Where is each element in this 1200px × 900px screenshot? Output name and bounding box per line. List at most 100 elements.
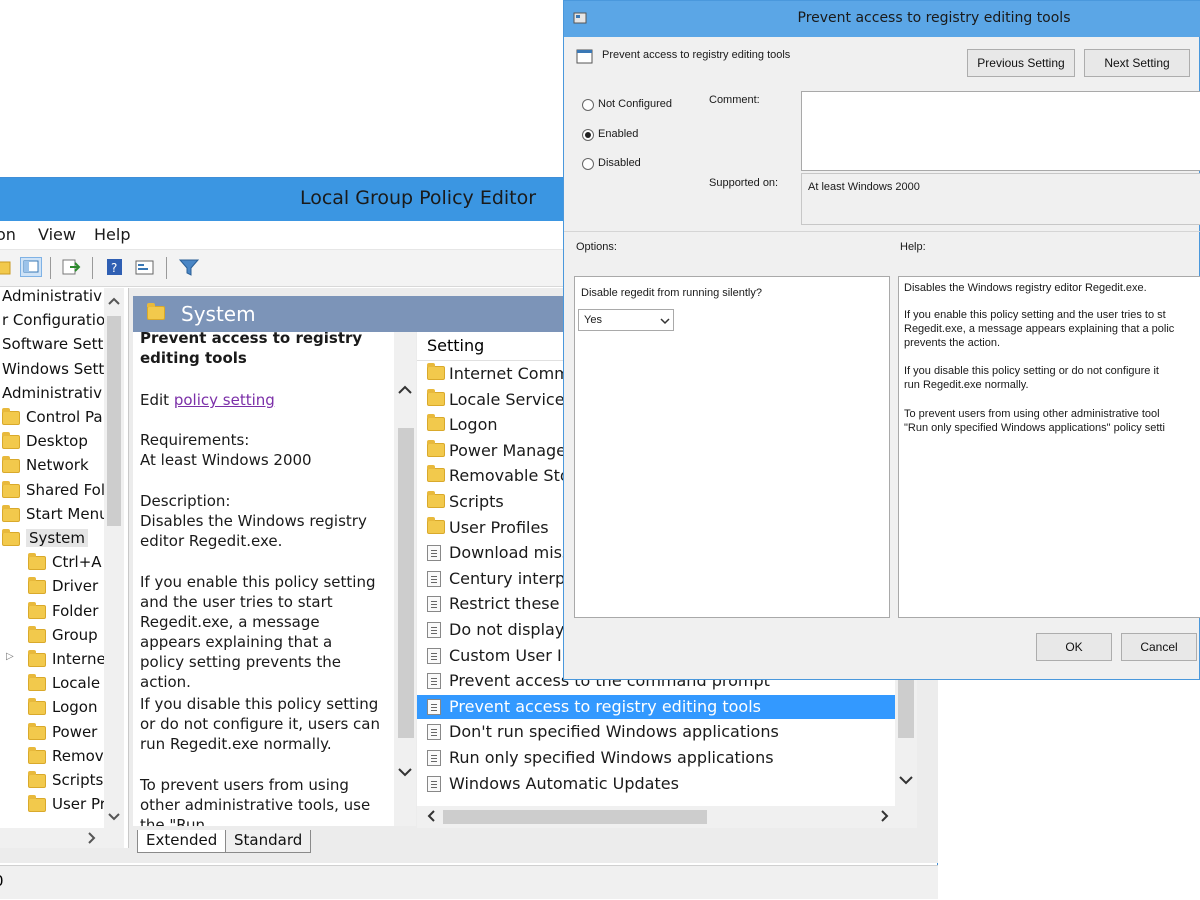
description-scroll-thumb[interactable]: [398, 428, 414, 738]
divider: [564, 231, 1200, 232]
menu-help[interactable]: Help: [94, 225, 130, 244]
svg-text:?: ?: [111, 261, 117, 275]
comment-textarea[interactable]: [801, 91, 1200, 171]
setting-label: Do not display t: [449, 620, 576, 639]
tree-item-label: Group: [52, 625, 98, 644]
menu-action[interactable]: on: [0, 225, 16, 244]
folder-icon: [427, 414, 445, 432]
help-paragraph: If you enable this policy setting and th…: [904, 309, 1166, 321]
filter-icon[interactable]: [178, 257, 200, 277]
setting-label: Don't run specified Windows applications: [449, 722, 779, 742]
tree-item-label: Driver: [52, 577, 99, 596]
chevron-down-icon: [660, 318, 670, 325]
setting-label: Windows Automatic Updates: [449, 773, 679, 793]
supported-on-field: At least Windows 2000: [801, 173, 1200, 225]
tree-item-label: r Configuratio: [2, 311, 106, 330]
toolbar-separator: [92, 257, 93, 279]
disabled-label[interactable]: Disabled: [598, 157, 641, 169]
edit-policy-line: Edit policy setting: [140, 390, 396, 410]
folder-icon: [28, 698, 46, 716]
settings-policy-row[interactable]: Don't run specified Windows applications: [417, 720, 895, 744]
folder-icon: [28, 771, 46, 788]
option-question: Disable regedit from running silently?: [581, 287, 762, 299]
settings-policy-row[interactable]: Windows Automatic Updates: [417, 772, 895, 796]
disabled-radio[interactable]: [582, 158, 594, 170]
next-setting-button[interactable]: Next Setting: [1084, 49, 1190, 77]
setting-label: Internet Comm: [449, 364, 570, 383]
requirements-label: Requirements:: [140, 431, 250, 449]
properties-icon[interactable]: [134, 257, 156, 277]
toolbar-separator: [50, 257, 51, 279]
export-list-icon[interactable]: [60, 257, 82, 277]
option-dropdown[interactable]: Yes: [578, 309, 674, 331]
setting-label: Run only specified Windows applications: [449, 748, 774, 767]
policy-icon: [427, 570, 441, 587]
tree-scroll-thumb[interactable]: [107, 316, 121, 526]
settings-policy-row[interactable]: Run only specified Windows applications: [417, 746, 895, 770]
description-text: Disables the Windows registry editor Reg…: [140, 512, 367, 550]
folder-icon: [28, 601, 46, 619]
tree-item-label: Network: [26, 456, 89, 475]
policy-name: Prevent access to registry editing tools: [602, 49, 791, 61]
tree-item-label: Shared Fol: [26, 480, 106, 499]
tree-horizontal-scrollbar[interactable]: [0, 828, 124, 848]
dialog-title-bar[interactable]: Prevent access to registry editing tools: [564, 1, 1200, 37]
menu-view[interactable]: View: [38, 225, 76, 244]
folder-icon: [2, 432, 20, 450]
options-label: Options:: [576, 241, 617, 253]
policy-setting-icon: [576, 49, 593, 64]
folder-icon: [28, 577, 46, 595]
folder-icon: [2, 529, 20, 546]
expand-arrow-icon[interactable]: ▷: [6, 651, 14, 662]
tree-item-label: Administrativ: [2, 288, 102, 305]
requirements-value: At least Windows 2000: [140, 451, 312, 469]
cancel-button[interactable]: Cancel: [1121, 633, 1197, 661]
edit-policy-link[interactable]: policy setting: [174, 391, 275, 409]
view-tabs: Extended Standard: [133, 828, 933, 856]
setting-column-header[interactable]: Setting: [427, 336, 484, 355]
tree-vertical-scrollbar[interactable]: [104, 288, 124, 848]
description-label: Description:: [140, 492, 231, 510]
folder-icon: [28, 650, 46, 667]
up-folder-icon[interactable]: [0, 257, 14, 277]
help-paragraph: To prevent users from using other admini…: [904, 408, 1160, 420]
folder-icon: [2, 480, 20, 498]
help-paragraph: If you disable this policy setting or do…: [904, 365, 1159, 377]
option-dropdown-value: Yes: [584, 314, 602, 326]
navigation-tree: Administrativ r Configuratio Software Sett…: [0, 288, 129, 848]
not-configured-radio[interactable]: [582, 99, 594, 111]
tab-extended[interactable]: Extended: [137, 830, 227, 853]
edit-prefix: Edit: [140, 391, 170, 409]
options-panel: Disable regedit from running silently? Y…: [574, 276, 890, 618]
policy-icon: [427, 673, 441, 690]
tree-item-label: Interne: [52, 650, 106, 668]
ok-button[interactable]: OK: [1036, 633, 1112, 661]
show-tree-icon[interactable]: [20, 257, 42, 277]
help-paragraph: prevents the action.: [904, 337, 1001, 349]
help-icon[interactable]: ?: [104, 257, 126, 277]
tree-item-label: System: [26, 529, 88, 547]
description-paragraph: If you enable this policy setting and th…: [140, 573, 376, 691]
folder-icon: [427, 439, 445, 457]
folder-icon: [427, 363, 445, 380]
tree-item-label: Remov: [52, 746, 104, 765]
not-configured-label[interactable]: Not Configured: [598, 98, 672, 110]
help-panel: Disables the Windows registry editor Reg…: [898, 276, 1200, 618]
enabled-label[interactable]: Enabled: [598, 128, 638, 140]
folder-icon: [427, 465, 445, 483]
settings-horizontal-scrollbar[interactable]: [417, 806, 917, 828]
tree-item-label: User Pr: [52, 795, 106, 814]
setting-label: Download missi: [449, 543, 575, 563]
enabled-radio[interactable]: [582, 129, 594, 141]
settings-policy-row[interactable]: Prevent access to registry editing tools: [417, 694, 895, 719]
tab-standard[interactable]: Standard: [225, 830, 312, 853]
help-paragraph: Regedit.exe, a message appears explainin…: [904, 323, 1175, 335]
folder-icon: [427, 491, 445, 508]
previous-setting-button[interactable]: Previous Setting: [967, 49, 1075, 77]
tree-item-label: Start Menu: [26, 504, 109, 523]
policy-icon: [427, 596, 441, 613]
tree-item-label: Locale: [52, 674, 101, 693]
dialog-title: Prevent access to registry editing tools: [797, 10, 1071, 26]
settings-hscroll-thumb[interactable]: [443, 810, 707, 824]
policy-icon: [427, 545, 441, 562]
